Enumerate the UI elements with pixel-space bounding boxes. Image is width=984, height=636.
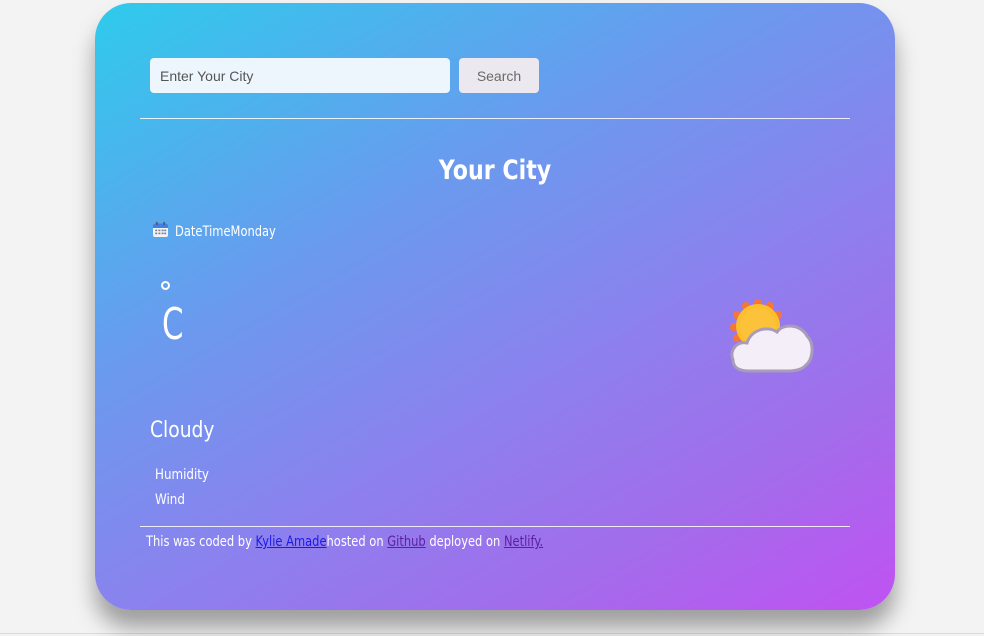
footer-deployed-text: deployed on xyxy=(425,534,504,550)
humidity-label: Humidity xyxy=(155,467,209,483)
degree-symbol xyxy=(161,281,170,290)
weather-card: Search Your City xyxy=(95,3,895,610)
city-title: Your City xyxy=(438,155,552,186)
footer-hosted-text: hosted on xyxy=(326,534,388,550)
date-row: DateTimeMonday xyxy=(152,221,298,242)
top-divider xyxy=(140,118,850,119)
calendar-icon xyxy=(152,221,169,242)
search-button[interactable]: Search xyxy=(459,58,539,93)
date-time-text: DateTimeMonday xyxy=(175,223,276,240)
netlify-link[interactable]: Netlify. xyxy=(504,534,543,550)
weather-condition: Cloudy xyxy=(150,418,215,443)
author-link[interactable]: Kylie Amade xyxy=(256,534,327,550)
github-link[interactable]: Github xyxy=(387,534,425,550)
wind-label: Wind xyxy=(155,492,185,508)
footer: This was coded by Kylie Amadehosted on G… xyxy=(146,534,543,550)
footer-prefix: This was coded by xyxy=(146,534,256,550)
partly-cloudy-icon xyxy=(725,298,815,382)
page-bottom-border xyxy=(0,633,984,634)
temperature-unit: C xyxy=(162,299,184,350)
bottom-divider xyxy=(140,526,850,527)
city-search-input[interactable] xyxy=(150,58,450,93)
